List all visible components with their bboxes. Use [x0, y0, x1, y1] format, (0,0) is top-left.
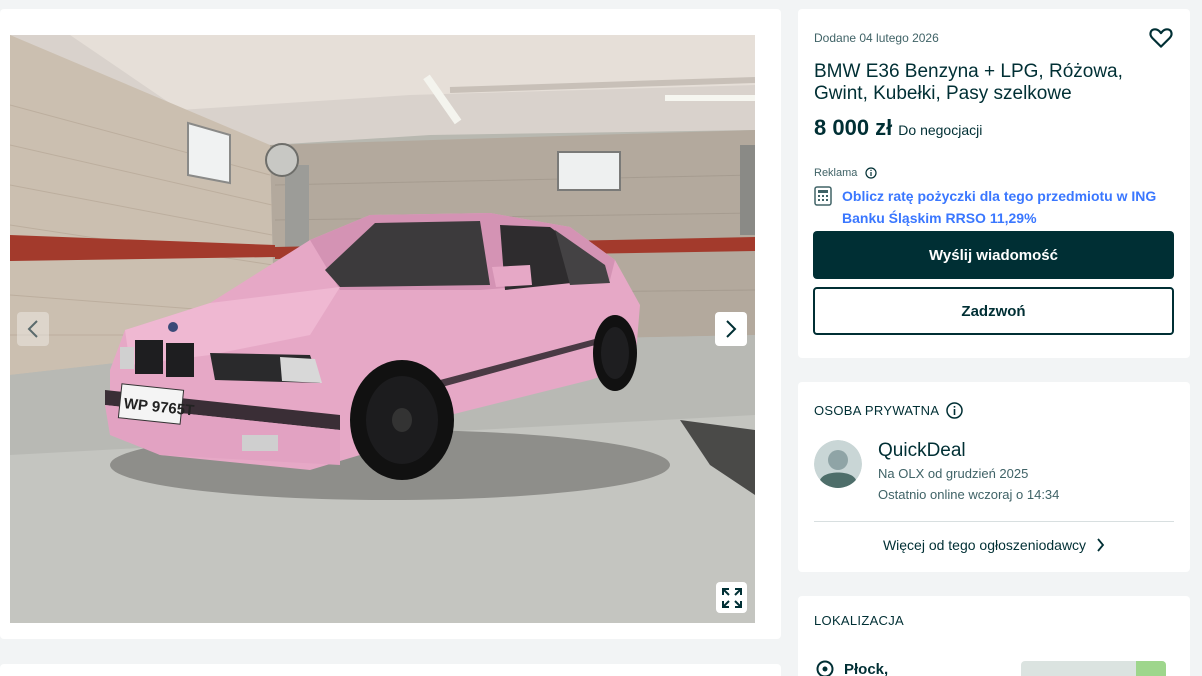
ad-info-card: Dodane 04 lutego 2026 BMW E36 Benzyna + … [798, 9, 1190, 358]
call-button[interactable]: Zadzwoń [813, 287, 1174, 335]
seller-member-since: Na OLX od grudzień 2025 [878, 466, 1029, 481]
advertisement-label: Reklama [814, 167, 858, 179]
map-green-area [1136, 661, 1166, 676]
seller-last-online: Ostatnio online wczoraj o 14:34 [878, 487, 1060, 502]
calculator-icon [814, 186, 832, 206]
loan-calculator-link[interactable]: Oblicz ratę pożyczki dla tego przedmiotu… [842, 185, 1176, 229]
next-photo-button[interactable] [715, 312, 747, 346]
send-message-button[interactable]: Wyślij wiadomość [813, 231, 1174, 279]
listing-photo[interactable]: WP 9765T [10, 35, 755, 623]
chevron-right-icon [1097, 538, 1105, 552]
location-city: Płock, [844, 660, 889, 676]
user-avatar-icon [814, 440, 862, 488]
chevron-right-icon [726, 320, 737, 338]
price: 8 000 zł [814, 115, 893, 140]
description-card [0, 664, 781, 676]
previous-photo-button[interactable] [17, 312, 49, 346]
seller-type-row: OSOBA PRYWATNA [814, 402, 964, 419]
seller-type: OSOBA PRYWATNA [814, 403, 940, 418]
more-from-seller-link[interactable]: Więcej od tego ogłoszeniodawcy [798, 537, 1190, 553]
expand-icon [721, 587, 742, 608]
price-row: 8 000 zł Do negocjacji [814, 115, 982, 141]
more-from-seller-label: Więcej od tego ogłoszeniodawcy [882, 537, 1087, 553]
location-pin-icon [816, 660, 834, 676]
seller-avatar[interactable] [814, 440, 862, 488]
negotiable-label: Do negocjacji [898, 122, 983, 138]
heart-icon [1149, 28, 1173, 48]
location-heading: LOKALIZACJA [814, 613, 904, 628]
info-icon[interactable] [865, 167, 878, 179]
seller-card: OSOBA PRYWATNA QuickDeal Na OLX od grudz… [798, 382, 1190, 572]
ad-title: BMW E36 Benzyna + LPG, Różowa, Gwint, Ku… [814, 61, 1123, 104]
map-thumbnail[interactable] [1021, 661, 1166, 676]
location-card: LOKALIZACJA Płock, [798, 596, 1190, 676]
gallery-card: WP 9765T [0, 9, 781, 639]
seller-name[interactable]: QuickDeal [878, 440, 966, 462]
loan-calculator-row: Oblicz ratę pożyczki dla tego przedmiotu… [814, 185, 1176, 229]
favorite-button[interactable] [1148, 25, 1174, 51]
info-icon[interactable] [946, 402, 964, 419]
added-date: Dodane 04 lutego 2026 [814, 31, 939, 45]
divider [814, 521, 1174, 522]
fullscreen-button[interactable] [716, 582, 747, 613]
location-row: Płock, [816, 660, 888, 676]
ad-label-row: Reklama [814, 167, 878, 179]
chevron-left-icon [27, 320, 38, 338]
